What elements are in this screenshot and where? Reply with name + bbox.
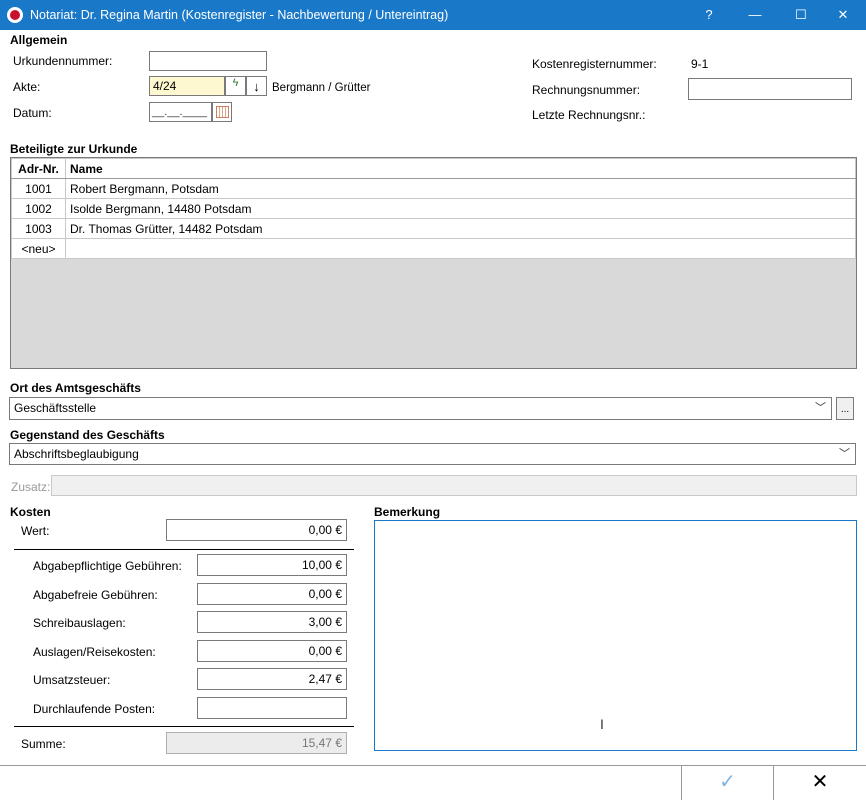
table-row[interactable]: 1001 Robert Bergmann, Potsdam	[11, 178, 856, 199]
divider	[14, 549, 354, 550]
wert-input[interactable]: 0,00 €	[166, 519, 347, 541]
column-header-adr-nr[interactable]: Adr-Nr.	[11, 158, 66, 179]
column-header-name[interactable]: Name	[65, 158, 856, 179]
ort-select-value: Geschäftsstelle	[14, 401, 97, 415]
chevron-down-icon: ﹀	[839, 448, 850, 460]
title-bar: Notariat: Dr. Regina Martin (Kostenregis…	[0, 0, 866, 30]
cell-adr-nr: 1002	[11, 198, 66, 219]
rechnungsnummer-label: Rechnungsnummer:	[532, 83, 641, 97]
datum-label: Datum:	[13, 106, 52, 120]
zusatz-label: Zusatz:	[11, 480, 51, 494]
bemerkung-textarea[interactable]	[374, 520, 857, 751]
cell-adr-nr: 1003	[11, 218, 66, 239]
cell-name-new	[65, 238, 856, 259]
table-row[interactable]: 1003 Dr. Thomas Grütter, 14482 Potsdam	[11, 218, 856, 239]
urkundennummer-input[interactable]	[149, 51, 267, 71]
allgemein-heading: Allgemein	[10, 33, 68, 47]
urkundennummer-label: Urkundennummer:	[13, 54, 113, 68]
cell-name: Isolde Bergmann, 14480 Potsdam	[65, 198, 856, 219]
maximize-button[interactable]: ☐	[778, 0, 824, 30]
abgabefreie-input[interactable]: 0,00 €	[197, 583, 347, 605]
minimize-button[interactable]: —	[732, 0, 778, 30]
gegenstand-heading: Gegenstand des Geschäfts	[10, 428, 165, 442]
close-button[interactable]: ✕	[820, 0, 866, 30]
cell-adr-nr: 1001	[11, 178, 66, 199]
abgabepflichtige-label: Abgabepflichtige Gebühren:	[33, 559, 182, 573]
schreibauslagen-label: Schreibauslagen:	[33, 616, 126, 630]
app-icon	[7, 7, 23, 23]
divider	[14, 726, 354, 727]
gegenstand-select[interactable]: Abschriftsbeglaubigung ﹀	[9, 443, 856, 465]
auslagen-label: Auslagen/Reisekosten:	[33, 645, 156, 659]
beteiligte-heading: Beteiligte zur Urkunde	[10, 142, 138, 156]
bemerkung-heading: Bemerkung	[374, 505, 441, 519]
akte-label: Akte:	[13, 80, 41, 94]
durchlaufende-input[interactable]	[197, 697, 347, 719]
umsatzsteuer-label: Umsatzsteuer:	[33, 673, 111, 687]
ort-heading: Ort des Amtsgeschäfts	[10, 381, 141, 395]
akte-name: Bergmann / Grütter	[272, 82, 371, 94]
akte-input[interactable]: 4/24	[149, 76, 225, 96]
letzte-rechnungsnr-label: Letzte Rechnungsnr.:	[532, 108, 646, 122]
chevron-down-icon: ﹀	[815, 402, 826, 414]
abgabepflichtige-input[interactable]: 10,00 €	[197, 554, 347, 576]
help-button[interactable]: ?	[686, 0, 732, 30]
gegenstand-select-value: Abschriftsbeglaubigung	[14, 447, 139, 461]
ort-select[interactable]: Geschäftsstelle ﹀	[9, 397, 832, 420]
zusatz-input	[51, 475, 857, 496]
cell-adr-nr-new: <neu>	[11, 238, 66, 259]
kosten-heading: Kosten	[10, 505, 51, 519]
table-row[interactable]: 1002 Isolde Bergmann, 14480 Potsdam	[11, 198, 856, 219]
umsatzsteuer-input[interactable]: 2,47 €	[197, 668, 347, 690]
schreibauslagen-input[interactable]: 3,00 €	[197, 611, 347, 633]
auslagen-input[interactable]: 0,00 €	[197, 640, 347, 662]
beteiligte-grid: Adr-Nr. Name 1001 Robert Bergmann, Potsd…	[10, 157, 857, 369]
summe-value: 15,47 €	[166, 732, 347, 754]
cancel-button[interactable]: ✕	[773, 765, 866, 800]
cell-name: Robert Bergmann, Potsdam	[65, 178, 856, 199]
calendar-icon[interactable]	[212, 102, 232, 122]
rechnungsnummer-input[interactable]	[688, 78, 852, 100]
kostenregisternummer-label: Kostenregisternummer:	[532, 57, 657, 71]
durchlaufende-label: Durchlaufende Posten:	[33, 702, 156, 716]
text-cursor-icon: I	[600, 716, 604, 732]
wert-label: Wert:	[21, 524, 50, 538]
datum-input[interactable]: __.__.____	[149, 102, 212, 122]
cell-name: Dr. Thomas Grütter, 14482 Potsdam	[65, 218, 856, 239]
akte-lightning-icon[interactable]: ϟ	[225, 76, 246, 96]
ok-button[interactable]: ✓	[681, 765, 773, 800]
ort-browse-button[interactable]: ...	[836, 397, 854, 420]
akte-arrow-down-icon[interactable]: ↓	[246, 76, 267, 96]
kostenregisternummer-value: 9-1	[691, 57, 709, 71]
window-title: Notariat: Dr. Regina Martin (Kostenregis…	[30, 8, 449, 22]
new-row[interactable]: <neu>	[11, 238, 856, 259]
abgabefreie-label: Abgabefreie Gebühren:	[33, 588, 158, 602]
summe-label: Summe:	[21, 737, 66, 751]
